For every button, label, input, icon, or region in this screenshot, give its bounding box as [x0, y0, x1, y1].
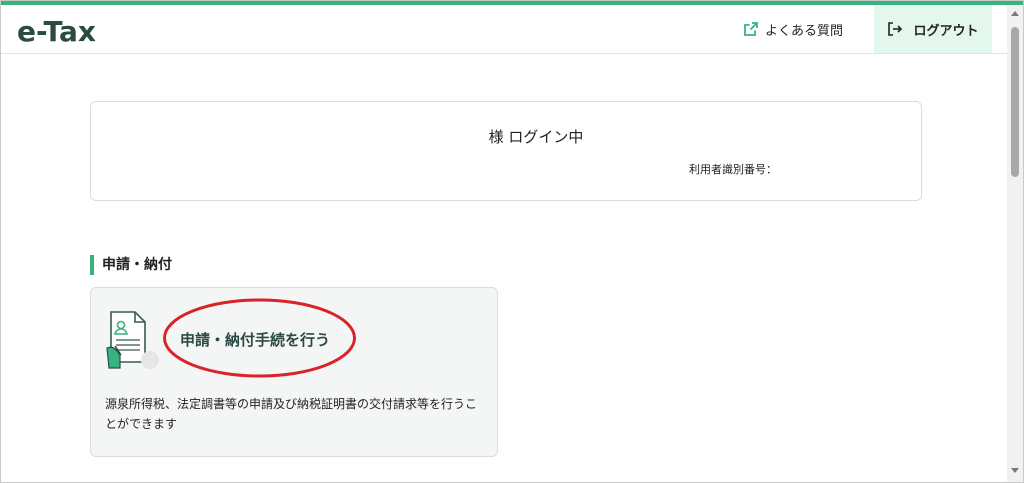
scroll-up-arrow-icon[interactable] [1011, 11, 1019, 16]
faq-link[interactable]: よくある質問 [743, 5, 843, 53]
section-title: 申請・納付 [90, 255, 172, 275]
red-highlight-circle [163, 298, 356, 378]
document-person-icon [106, 311, 159, 369]
procedure-card[interactable]: 申請・納付手続を行う 源泉所得税、法定調書等の申請及び納税証明書の交付請求等を行… [90, 287, 498, 457]
faq-label: よくある質問 [765, 23, 844, 39]
scroll-down-arrow-icon[interactable] [1011, 468, 1019, 473]
logout-button[interactable]: ログアウト [874, 5, 992, 53]
external-link-icon [744, 22, 758, 36]
browser-viewport: e-Tax よくある質問 ログアウト 様 ログイン中 利用者識別番号： 申請・納… [0, 0, 1024, 483]
user-id-label: 利用者識別番号： [689, 163, 777, 176]
logout-icon [888, 22, 903, 36]
logout-label: ログアウト [913, 23, 979, 39]
etax-logo[interactable]: e-Tax [17, 15, 96, 48]
procedure-description: 源泉所得税、法定調書等の申請及び納税証明書の交付請求等を行うことができます [105, 397, 478, 431]
user-info-card: 様 ログイン中 利用者識別番号： [90, 101, 922, 201]
scroll-thumb[interactable] [1011, 27, 1019, 177]
vertical-scrollbar[interactable] [1007, 5, 1023, 482]
header: e-Tax よくある質問 ログアウト [1, 5, 1007, 54]
login-status: 様 ログイン中 [488, 128, 584, 146]
